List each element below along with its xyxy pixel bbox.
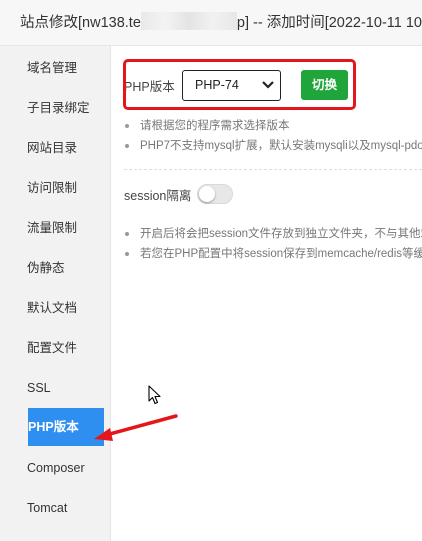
sidebar-item-site-directory[interactable]: 网站目录 — [0, 128, 111, 168]
window-title-prefix: 站点修改[nw138.te — [20, 15, 141, 31]
sidebar-item-ssl[interactable]: SSL — [0, 368, 111, 408]
php-tip: 请根据您的程序需求选择版本 — [124, 116, 422, 136]
session-tips: 开启后将会把session文件存放到独立文件夹，不与其他站点公用存储位置 若您在… — [124, 224, 422, 264]
sidebar-item-composer[interactable]: Composer — [0, 448, 111, 488]
divider — [124, 169, 422, 170]
sidebar: 域名管理 子目录绑定 网站目录 访问限制 流量限制 伪静态 默认文档 配置文件 … — [0, 46, 111, 541]
sidebar-item-subdirectory[interactable]: 子目录绑定 — [0, 88, 111, 128]
mouse-cursor-icon — [148, 385, 161, 405]
sidebar-item-domain[interactable]: 域名管理 — [0, 48, 111, 88]
annotation-arrow-icon — [94, 414, 178, 441]
highlight-box — [123, 59, 356, 110]
sidebar-item-config-file[interactable]: 配置文件 — [0, 328, 111, 368]
session-isolation-label: session隔离 — [124, 188, 192, 203]
php-version-panel: PHP版本 PHP-74 切换 请根据您的程序需求选择版本 PHP7不支持mys… — [112, 46, 422, 541]
window-title-suffix: p] -- 添加时间[2022-10-11 10: — [236, 15, 422, 31]
window-title: 站点修改[nw138.te p] -- 添加时间[2022-10-11 10: — [0, 0, 422, 46]
session-tip: 开启后将会把session文件存放到独立文件夹，不与其他站点公用存储位置 — [124, 224, 422, 244]
session-tip: 若您在PHP配置中将session保存到memcache/redis等缓存器时，… — [124, 244, 422, 264]
php-tip: PHP7不支持mysql扩展，默认安装mysqli以及mysql-pdo。 — [124, 136, 422, 156]
toggle-knob — [199, 186, 216, 202]
redacted-domain — [140, 12, 237, 30]
session-isolation-toggle[interactable] — [197, 184, 234, 204]
session-row: session隔离 — [124, 183, 234, 205]
php-tips: 请根据您的程序需求选择版本 PHP7不支持mysql扩展，默认安装mysqli以… — [124, 116, 422, 156]
sidebar-item-traffic-limit[interactable]: 流量限制 — [0, 208, 111, 248]
sidebar-item-rewrite[interactable]: 伪静态 — [0, 248, 111, 288]
sidebar-item-access-limit[interactable]: 访问限制 — [0, 168, 111, 208]
sidebar-item-tomcat[interactable]: Tomcat — [0, 488, 111, 528]
sidebar-item-default-document[interactable]: 默认文档 — [0, 288, 111, 328]
